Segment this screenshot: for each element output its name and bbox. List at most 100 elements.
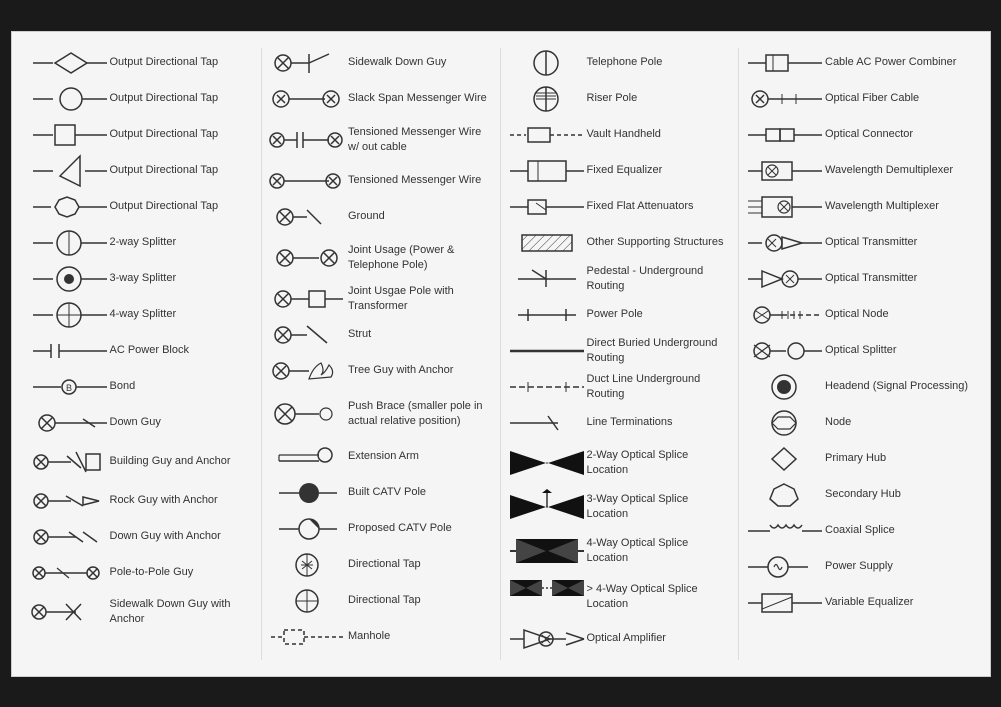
- label: Output Directional Tap: [110, 55, 256, 69]
- list-item: Optical Transmitter: [745, 264, 972, 294]
- label: 3-way Splitter: [110, 271, 256, 285]
- symbol-sidewalk-down-guy: [268, 49, 348, 77]
- symbol-headend: [745, 373, 825, 401]
- symbol-2way: [30, 229, 110, 257]
- label: Manhole: [348, 629, 494, 643]
- symbol-down-guy: [30, 409, 110, 437]
- list-item: Slack Span Messenger Wire: [268, 84, 494, 114]
- list-item: Joint Usgae Pole with Transformer: [268, 284, 494, 314]
- list-item: Push Brace (smaller pole in actual relat…: [268, 392, 494, 436]
- symbol-line-term: [507, 409, 587, 437]
- label: Wavelength Demultiplexer: [825, 163, 972, 177]
- list-item: 4-Way Optical Splice Location: [507, 532, 733, 570]
- list-item: Telephone Pole: [507, 48, 733, 78]
- label: Output Directional Tap: [110, 199, 256, 213]
- symbol-wav-mux: [745, 193, 825, 221]
- label: Down Guy with Anchor: [110, 529, 256, 543]
- list-item: Optical Splitter: [745, 336, 972, 366]
- label: Direct Buried Underground Routing: [587, 336, 733, 365]
- label: Tensioned Messenger Wire: [348, 173, 494, 187]
- label: Tensioned Messenger Wire w/ out cable: [348, 125, 494, 154]
- label: Optical Connector: [825, 127, 972, 141]
- label: 2-way Splitter: [110, 235, 256, 249]
- symbol-odt-square: [30, 121, 110, 149]
- symbol-rock-guy: [30, 487, 110, 515]
- symbol-opt-connector: [745, 121, 825, 149]
- label: Line Terminations: [587, 415, 733, 429]
- list-item: Joint Usage (Power & Telephone Pole): [268, 238, 494, 278]
- list-item: Power Pole: [507, 300, 733, 330]
- column-2: Sidewalk Down Guy Slack Span Messenger W…: [262, 48, 501, 660]
- list-item: Down Guy: [30, 408, 256, 438]
- symbol-3way: [30, 265, 110, 293]
- list-item: Fixed Equalizer: [507, 156, 733, 186]
- list-item: Power Supply: [745, 552, 972, 582]
- symbol-4wayplus-optical: [507, 576, 587, 618]
- label: Optical Transmitter: [825, 271, 972, 285]
- symbol-push-brace: [268, 394, 348, 434]
- symbol-telephone-pole: [507, 49, 587, 77]
- label: Optical Splitter: [825, 343, 972, 357]
- list-item: > 4-Way Optical Splice Location: [507, 576, 733, 618]
- symbol-ground: [268, 203, 348, 231]
- label: Power Supply: [825, 559, 972, 573]
- list-item: 2-Way Optical Splice Location: [507, 444, 733, 482]
- label: Optical Amplifier: [587, 631, 733, 645]
- list-item: Output Directional Tap: [30, 156, 256, 186]
- label: Sidewalk Down Guy with Anchor: [110, 597, 256, 626]
- symbol-optical-amp: [507, 625, 587, 653]
- list-item: Vault Handheld: [507, 120, 733, 150]
- list-item: Optical Transmitter: [745, 228, 972, 258]
- label: Secondary Hub: [825, 487, 972, 501]
- label: Built CATV Pole: [348, 485, 494, 499]
- symbol-ac-power-block: [30, 337, 110, 365]
- symbol-building-guy: [30, 444, 110, 480]
- column-4: Cable AC Power Combiner Optical Fiber Ca…: [739, 48, 978, 660]
- symbol-dir-tap-1: [268, 551, 348, 579]
- label: Other Supporting Structures: [587, 235, 733, 249]
- label: 4-way Splitter: [110, 307, 256, 321]
- symbol-slack-span: [268, 85, 348, 113]
- legend-container: Output Directional Tap Output Directiona…: [11, 31, 991, 677]
- list-item: Extension Arm: [268, 442, 494, 472]
- list-item: Direct Buried Underground Routing: [507, 336, 733, 366]
- column-1: Output Directional Tap Output Directiona…: [24, 48, 263, 660]
- label: Proposed CATV Pole: [348, 521, 494, 535]
- symbol-wav-demux: [745, 157, 825, 185]
- list-item: 3-way Splitter: [30, 264, 256, 294]
- label: Cable AC Power Combiner: [825, 55, 972, 69]
- list-item: Other Supporting Structures: [507, 228, 733, 258]
- label: Vault Handheld: [587, 127, 733, 141]
- symbol-strut: [268, 321, 348, 349]
- list-item: Tree Guy with Anchor: [268, 356, 494, 386]
- list-item: Fixed Flat Attenuators: [507, 192, 733, 222]
- list-item: Built CATV Pole: [268, 478, 494, 508]
- symbol-joint-transformer: [268, 285, 348, 313]
- list-item: Output Directional Tap: [30, 84, 256, 114]
- list-item: Duct Line Underground Routing: [507, 372, 733, 402]
- label: Joint Usgae Pole with Transformer: [348, 284, 494, 313]
- symbol-odt-hex: [30, 193, 110, 221]
- symbol-pole-to-pole: [30, 559, 110, 587]
- list-item: Proposed CATV Pole: [268, 514, 494, 544]
- symbol-primary-hub: [745, 445, 825, 473]
- label: Bond: [110, 379, 256, 393]
- label: Optical Fiber Cable: [825, 91, 972, 105]
- symbol-opt-fiber: [745, 85, 825, 113]
- label: Pedestal - Underground Routing: [587, 264, 733, 293]
- symbol-power-supply: [745, 553, 825, 581]
- list-item: 3-Way Optical Splice Location: [507, 488, 733, 526]
- label: Variable Equalizer: [825, 595, 972, 609]
- column-3: Telephone Pole Riser Pole Vault Handheld…: [501, 48, 740, 660]
- svg-text:B: B: [66, 383, 72, 393]
- symbol-pedestal: [507, 265, 587, 293]
- symbol-4way: [30, 301, 110, 329]
- label: Duct Line Underground Routing: [587, 372, 733, 401]
- label: Output Directional Tap: [110, 163, 256, 177]
- label: Wavelength Multiplexer: [825, 199, 972, 213]
- list-item: Output Directional Tap: [30, 48, 256, 78]
- label: Down Guy: [110, 415, 256, 429]
- symbol-duct-line: [507, 373, 587, 401]
- symbol-tree-guy: [268, 357, 348, 385]
- symbol-fixed-equalizer: [507, 157, 587, 185]
